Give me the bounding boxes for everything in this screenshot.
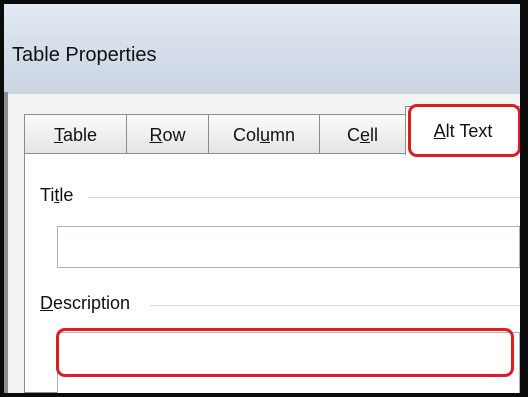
description-input[interactable]	[57, 332, 520, 393]
title-label: Title	[40, 185, 73, 206]
tab-table-mnemonic: T	[53, 125, 63, 145]
tab-table-label-post: able	[62, 125, 98, 145]
dialog-title: Table Properties	[12, 44, 157, 66]
title-label-pre: Ti	[40, 185, 55, 205]
tab-alt-text[interactable]: Alt Text	[405, 106, 521, 155]
tab-column-mnemonic: u	[259, 125, 270, 145]
description-label-post: escription	[53, 293, 131, 313]
tab-alt-text-label-post: lt Text	[445, 121, 493, 141]
tab-table[interactable]: Table	[24, 114, 127, 154]
tab-column-label-post: mn	[270, 125, 296, 145]
description-label-mnemonic: D	[40, 293, 53, 313]
tab-row[interactable]: Row	[126, 114, 209, 154]
description-label: Description	[40, 293, 130, 314]
dialog-window: Table Properties Table Row Column Cell A…	[0, 0, 528, 397]
tab-alt-text-mnemonic: A	[433, 121, 446, 141]
title-bar: Table Properties	[4, 4, 524, 94]
tab-cell-label-post: ll	[370, 125, 378, 145]
tab-cell-mnemonic: e	[359, 125, 370, 145]
tab-row-label-post: ow	[162, 125, 186, 145]
title-input[interactable]	[57, 226, 520, 268]
right-crop-edge	[520, 4, 524, 393]
title-label-post: le	[59, 185, 74, 205]
tab-cell[interactable]: Cell	[319, 114, 406, 154]
tab-row-mnemonic: R	[149, 125, 163, 145]
tab-cell-label-pre: C	[346, 125, 360, 145]
tab-column[interactable]: Column	[208, 114, 320, 154]
tab-column-label-pre: Col	[232, 125, 260, 145]
description-separator	[150, 305, 520, 306]
title-separator	[88, 197, 520, 198]
